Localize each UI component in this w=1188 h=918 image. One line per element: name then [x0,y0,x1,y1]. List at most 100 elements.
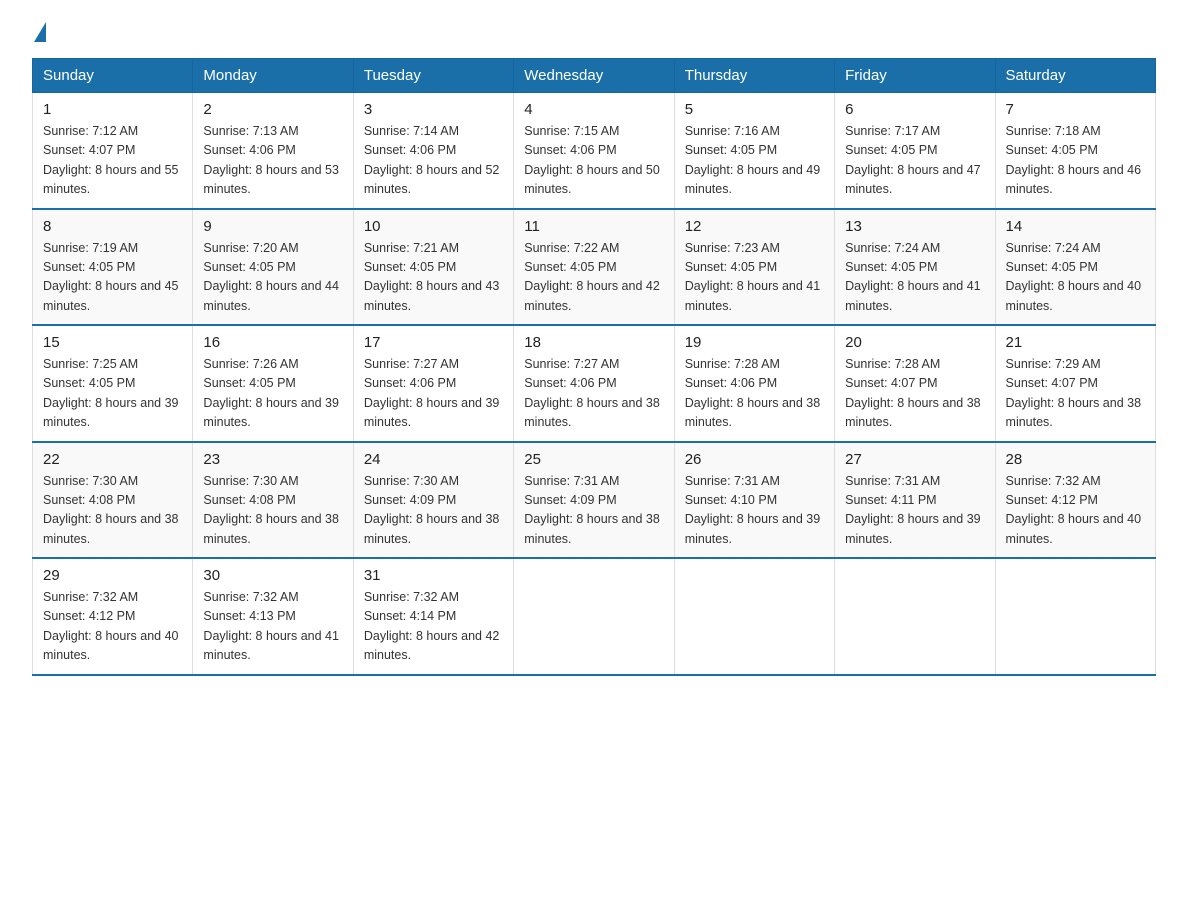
day-number: 22 [43,451,182,468]
calendar-cell [995,558,1155,675]
day-number: 23 [203,451,342,468]
day-number: 3 [364,101,503,118]
calendar-cell: 6 Sunrise: 7:17 AMSunset: 4:05 PMDayligh… [835,93,995,209]
header-saturday: Saturday [995,59,1155,93]
calendar-cell: 27 Sunrise: 7:31 AMSunset: 4:11 PMDaylig… [835,442,995,559]
day-info: Sunrise: 7:18 AMSunset: 4:05 PMDaylight:… [1006,124,1142,196]
day-info: Sunrise: 7:13 AMSunset: 4:06 PMDaylight:… [203,124,339,196]
calendar-cell: 18 Sunrise: 7:27 AMSunset: 4:06 PMDaylig… [514,325,674,442]
calendar-cell: 16 Sunrise: 7:26 AMSunset: 4:05 PMDaylig… [193,325,353,442]
day-info: Sunrise: 7:29 AMSunset: 4:07 PMDaylight:… [1006,357,1142,429]
calendar-week-row: 22 Sunrise: 7:30 AMSunset: 4:08 PMDaylig… [33,442,1156,559]
day-info: Sunrise: 7:27 AMSunset: 4:06 PMDaylight:… [524,357,660,429]
day-number: 8 [43,218,182,235]
calendar-cell: 7 Sunrise: 7:18 AMSunset: 4:05 PMDayligh… [995,93,1155,209]
calendar-cell: 8 Sunrise: 7:19 AMSunset: 4:05 PMDayligh… [33,209,193,326]
calendar-week-row: 15 Sunrise: 7:25 AMSunset: 4:05 PMDaylig… [33,325,1156,442]
day-info: Sunrise: 7:30 AMSunset: 4:09 PMDaylight:… [364,474,500,546]
calendar-cell: 3 Sunrise: 7:14 AMSunset: 4:06 PMDayligh… [353,93,513,209]
page-header [32,24,1156,40]
calendar-cell [514,558,674,675]
calendar-cell [835,558,995,675]
day-number: 17 [364,334,503,351]
calendar-cell: 26 Sunrise: 7:31 AMSunset: 4:10 PMDaylig… [674,442,834,559]
day-info: Sunrise: 7:32 AMSunset: 4:14 PMDaylight:… [364,590,500,662]
day-info: Sunrise: 7:20 AMSunset: 4:05 PMDaylight:… [203,241,339,313]
day-number: 10 [364,218,503,235]
day-number: 31 [364,567,503,584]
calendar-cell: 10 Sunrise: 7:21 AMSunset: 4:05 PMDaylig… [353,209,513,326]
logo-triangle-icon [34,22,46,42]
day-info: Sunrise: 7:24 AMSunset: 4:05 PMDaylight:… [845,241,981,313]
day-number: 16 [203,334,342,351]
day-number: 25 [524,451,663,468]
day-number: 12 [685,218,824,235]
calendar-cell [674,558,834,675]
day-info: Sunrise: 7:27 AMSunset: 4:06 PMDaylight:… [364,357,500,429]
calendar-cell: 11 Sunrise: 7:22 AMSunset: 4:05 PMDaylig… [514,209,674,326]
calendar-cell: 19 Sunrise: 7:28 AMSunset: 4:06 PMDaylig… [674,325,834,442]
calendar-table: SundayMondayTuesdayWednesdayThursdayFrid… [32,58,1156,676]
day-number: 14 [1006,218,1145,235]
day-number: 30 [203,567,342,584]
day-info: Sunrise: 7:23 AMSunset: 4:05 PMDaylight:… [685,241,821,313]
calendar-cell: 24 Sunrise: 7:30 AMSunset: 4:09 PMDaylig… [353,442,513,559]
calendar-cell: 22 Sunrise: 7:30 AMSunset: 4:08 PMDaylig… [33,442,193,559]
day-number: 20 [845,334,984,351]
day-number: 5 [685,101,824,118]
day-number: 4 [524,101,663,118]
header-sunday: Sunday [33,59,193,93]
calendar-cell: 4 Sunrise: 7:15 AMSunset: 4:06 PMDayligh… [514,93,674,209]
day-info: Sunrise: 7:19 AMSunset: 4:05 PMDaylight:… [43,241,179,313]
calendar-week-row: 29 Sunrise: 7:32 AMSunset: 4:12 PMDaylig… [33,558,1156,675]
calendar-cell: 9 Sunrise: 7:20 AMSunset: 4:05 PMDayligh… [193,209,353,326]
day-info: Sunrise: 7:24 AMSunset: 4:05 PMDaylight:… [1006,241,1142,313]
day-info: Sunrise: 7:32 AMSunset: 4:12 PMDaylight:… [1006,474,1142,546]
day-info: Sunrise: 7:26 AMSunset: 4:05 PMDaylight:… [203,357,339,429]
calendar-cell: 20 Sunrise: 7:28 AMSunset: 4:07 PMDaylig… [835,325,995,442]
day-info: Sunrise: 7:32 AMSunset: 4:12 PMDaylight:… [43,590,179,662]
day-info: Sunrise: 7:12 AMSunset: 4:07 PMDaylight:… [43,124,179,196]
day-info: Sunrise: 7:31 AMSunset: 4:10 PMDaylight:… [685,474,821,546]
calendar-cell: 30 Sunrise: 7:32 AMSunset: 4:13 PMDaylig… [193,558,353,675]
calendar-cell: 23 Sunrise: 7:30 AMSunset: 4:08 PMDaylig… [193,442,353,559]
day-info: Sunrise: 7:15 AMSunset: 4:06 PMDaylight:… [524,124,660,196]
calendar-cell: 5 Sunrise: 7:16 AMSunset: 4:05 PMDayligh… [674,93,834,209]
day-number: 7 [1006,101,1145,118]
calendar-cell: 2 Sunrise: 7:13 AMSunset: 4:06 PMDayligh… [193,93,353,209]
header-tuesday: Tuesday [353,59,513,93]
day-info: Sunrise: 7:32 AMSunset: 4:13 PMDaylight:… [203,590,339,662]
day-number: 19 [685,334,824,351]
header-wednesday: Wednesday [514,59,674,93]
day-info: Sunrise: 7:30 AMSunset: 4:08 PMDaylight:… [203,474,339,546]
day-info: Sunrise: 7:31 AMSunset: 4:11 PMDaylight:… [845,474,981,546]
calendar-header-row: SundayMondayTuesdayWednesdayThursdayFrid… [33,59,1156,93]
day-number: 18 [524,334,663,351]
calendar-cell: 12 Sunrise: 7:23 AMSunset: 4:05 PMDaylig… [674,209,834,326]
header-friday: Friday [835,59,995,93]
calendar-cell: 29 Sunrise: 7:32 AMSunset: 4:12 PMDaylig… [33,558,193,675]
day-number: 13 [845,218,984,235]
day-info: Sunrise: 7:30 AMSunset: 4:08 PMDaylight:… [43,474,179,546]
day-number: 9 [203,218,342,235]
day-number: 11 [524,218,663,235]
calendar-cell: 17 Sunrise: 7:27 AMSunset: 4:06 PMDaylig… [353,325,513,442]
calendar-week-row: 1 Sunrise: 7:12 AMSunset: 4:07 PMDayligh… [33,93,1156,209]
day-info: Sunrise: 7:16 AMSunset: 4:05 PMDaylight:… [685,124,821,196]
calendar-cell: 28 Sunrise: 7:32 AMSunset: 4:12 PMDaylig… [995,442,1155,559]
day-number: 1 [43,101,182,118]
calendar-cell: 13 Sunrise: 7:24 AMSunset: 4:05 PMDaylig… [835,209,995,326]
day-number: 2 [203,101,342,118]
day-number: 15 [43,334,182,351]
day-number: 21 [1006,334,1145,351]
calendar-week-row: 8 Sunrise: 7:19 AMSunset: 4:05 PMDayligh… [33,209,1156,326]
day-info: Sunrise: 7:28 AMSunset: 4:07 PMDaylight:… [845,357,981,429]
day-info: Sunrise: 7:17 AMSunset: 4:05 PMDaylight:… [845,124,981,196]
day-info: Sunrise: 7:21 AMSunset: 4:05 PMDaylight:… [364,241,500,313]
logo [32,24,46,40]
calendar-cell: 31 Sunrise: 7:32 AMSunset: 4:14 PMDaylig… [353,558,513,675]
calendar-cell: 15 Sunrise: 7:25 AMSunset: 4:05 PMDaylig… [33,325,193,442]
day-number: 24 [364,451,503,468]
day-info: Sunrise: 7:14 AMSunset: 4:06 PMDaylight:… [364,124,500,196]
day-info: Sunrise: 7:25 AMSunset: 4:05 PMDaylight:… [43,357,179,429]
